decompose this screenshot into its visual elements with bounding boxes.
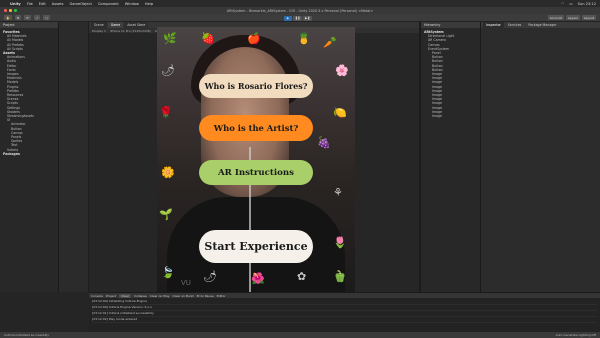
collapse-toggle[interactable]: Collapse [134, 294, 147, 298]
inspector-tabs: Inspector Services Package Manager [481, 22, 600, 28]
menu-component[interactable]: Component [98, 2, 119, 6]
chili-icon: 🌶 [203, 270, 217, 283]
flower-icon: 🌸 [335, 64, 349, 77]
zoom-window-button[interactable] [14, 9, 17, 12]
account-button[interactable]: Account [547, 15, 564, 20]
project-assets-column [58, 22, 88, 292]
lime-icon: 🍋 [333, 106, 347, 119]
clear-on-play-toggle[interactable]: Clear on Play [150, 294, 170, 298]
inspector-panel: Inspector Services Package Manager [480, 22, 600, 292]
play-button[interactable]: ▶ [284, 15, 292, 21]
hierarchy-tree: ARtSystem Directional Light AR Camera Canva… [421, 28, 480, 120]
tab-asset-store[interactable]: Asset Store [124, 22, 149, 28]
orchid-icon: 🌺 [251, 272, 265, 285]
lily-icon: ⚘ [333, 186, 343, 199]
ar-instructions-button[interactable]: AR Instructions [199, 160, 313, 185]
clear-button[interactable]: Clear [119, 293, 132, 298]
layout-dropdown[interactable]: Layout [581, 15, 596, 20]
bell-pepper-icon: 🫑 [333, 270, 347, 283]
close-window-button[interactable] [4, 9, 7, 12]
minimize-window-button[interactable] [9, 9, 12, 12]
tab-console[interactable]: Console [91, 294, 103, 298]
log-entry[interactable]: [23:12:02] Play mode entered [92, 317, 597, 323]
display-dropdown[interactable]: Display 1 [92, 29, 106, 33]
star-flower-icon: ✿ [297, 270, 307, 283]
blossom-icon: 🌼 [161, 166, 175, 179]
project-bottom-area [0, 292, 89, 332]
menu-bar: Unity File Edit Assets GameObject Compon… [0, 0, 600, 7]
apple-fruit-icon: 🍎 [247, 32, 261, 45]
move-tool-button[interactable]: ✥ [14, 15, 22, 20]
rect-tool-button[interactable]: ▢ [43, 15, 51, 20]
step-button[interactable]: ▶❚ [303, 15, 312, 21]
menu-assets[interactable]: Assets [52, 2, 64, 6]
editor-dropdown[interactable]: Editor [217, 294, 226, 298]
clear-on-build-toggle[interactable]: Clear on Build [173, 294, 194, 298]
herb-icon: 🌱 [159, 208, 173, 221]
vuforia-watermark: VU [181, 279, 191, 287]
hierarchy-item[interactable]: Image [424, 114, 477, 118]
who-is-artist-button[interactable]: Who is the Artist? [199, 115, 313, 141]
tulip-icon: 🌷 [333, 236, 347, 249]
carrot-icon: 🥕 [323, 36, 337, 49]
menu-app-name[interactable]: Unity [10, 2, 21, 6]
status-message: Vuforia initialized successfully [4, 333, 49, 337]
status-bar: Vuforia initialized successfully Auto Ge… [0, 332, 600, 338]
menu-file[interactable]: File [27, 2, 33, 6]
tab-package-manager[interactable]: Package Manager [525, 22, 559, 28]
menu-window[interactable]: Window [125, 2, 139, 6]
rotate-tool-button[interactable]: ⟳ [24, 15, 31, 20]
strawberry-icon: 🍓 [201, 32, 215, 45]
clock[interactable]: Sun 23:12 [578, 2, 596, 6]
game-screen: 🌿 🍓 🍎 🍍 🥕 🌸 🌶 🌹 🍋 🍇 🌼 ⚘ 🌱 🌷 🍃 🌶 🌺 ✿ 🫑 Wh… [157, 27, 355, 293]
hierarchy-panel: Hierarchy ARtSystem Directional Light AR C… [420, 22, 480, 292]
scale-tool-button[interactable]: ⤢ [33, 15, 41, 20]
resolution-dropdown[interactable]: iPhone 11 Pro (1125x2436) [110, 29, 151, 33]
error-pause-toggle[interactable]: Error Pause [197, 294, 214, 298]
menu-help[interactable]: Help [145, 2, 153, 6]
tab-services[interactable]: Services [505, 22, 524, 28]
who-is-rosario-button[interactable]: Who is Rosario Flores? [199, 74, 313, 98]
layers-dropdown[interactable]: Layers [565, 15, 580, 20]
main-toolbar: ✋ ✥ ⟳ ⤢ ▢ ▶ ❚❚ ▶❚ Account Layers Layout [0, 14, 600, 22]
battery-icon[interactable]: ▭ [569, 2, 572, 6]
pepper-icon: 🌶 [161, 64, 175, 77]
window-title-bar: ARtSystem - Bismarkie_ARtSystem - iOS - … [0, 7, 600, 14]
pause-button[interactable]: ❚❚ [293, 15, 303, 21]
console-panel: Console Project Clear Collapse Clear on … [89, 292, 600, 332]
wifi-icon[interactable]: ◠ [561, 2, 564, 6]
tab-inspector[interactable]: Inspector [483, 22, 504, 28]
game-view-panel: Scene Game Asset Store Display 1 iPhone … [89, 22, 419, 293]
pineapple-icon: 🍍 [297, 32, 311, 45]
menu-edit[interactable]: Edit [39, 2, 46, 6]
tab-project-bottom[interactable]: Project [106, 294, 116, 298]
console-log: [23:12:00] Initializing Vuforia Engine [… [89, 298, 600, 324]
berry-icon: 🍇 [317, 136, 331, 149]
rose-icon: 🌹 [159, 106, 173, 119]
start-experience-button[interactable]: Start Experience [199, 230, 313, 263]
tab-game[interactable]: Game [107, 22, 124, 28]
menu-gameobject[interactable]: GameObject [69, 2, 91, 6]
status-lighting: Auto Generate Lighting Off [555, 333, 596, 337]
vine-icon: 🍃 [161, 266, 175, 279]
window-title: ARtSystem - Bismarkie_ARtSystem - iOS - … [226, 8, 374, 13]
leaf-icon: 🌿 [163, 32, 177, 45]
hand-tool-button[interactable]: ✋ [4, 15, 12, 20]
tab-scene[interactable]: Scene [91, 22, 107, 28]
